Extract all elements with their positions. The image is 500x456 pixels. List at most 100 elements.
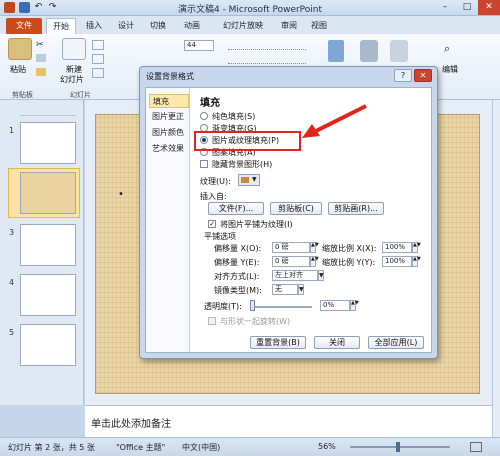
slides-pane-tabs[interactable] (20, 104, 76, 116)
maximize-icon[interactable]: □ (456, 0, 478, 15)
format-painter-icon[interactable] (36, 68, 46, 76)
chevron-down-icon[interactable]: ▼ (298, 284, 304, 295)
slide-info: 幻灯片 第 2 张，共 5 张 (8, 443, 95, 452)
transparency-label: 透明度(T): (204, 302, 242, 311)
minimize-icon[interactable]: – (434, 0, 456, 15)
solid-fill-radio[interactable] (200, 112, 208, 120)
tab-home[interactable]: 开始 (46, 18, 76, 34)
dialog-nav: 填充 图片更正 图片颜色 艺术效果 (146, 88, 190, 352)
zoom-slider-thumb[interactable] (396, 442, 400, 452)
tile-label[interactable]: 将图片平铺为纹理(I) (220, 219, 293, 230)
insert-from-label: 插入自: (200, 192, 227, 201)
texture-label: 纹理(U): (200, 177, 231, 186)
offset-y-spinner[interactable]: ▲▼ (310, 256, 319, 267)
scale-x-label: 缩放比例 X(X): (322, 244, 377, 253)
tab-transitions[interactable]: 切换 (144, 18, 172, 34)
language: 中文(中国) (182, 443, 221, 452)
offset-x-input[interactable]: 0 磅 (272, 242, 310, 253)
notes-pane[interactable]: 单击此处添加备注 (85, 405, 492, 437)
clipboard-button[interactable]: 剪贴板(C) (270, 202, 322, 215)
rotate-with-shape-checkbox[interactable] (208, 317, 216, 325)
slide-thumbnail-2[interactable] (20, 172, 76, 214)
tab-insert[interactable]: 插入 (80, 18, 108, 34)
quick-styles-icon[interactable] (390, 40, 408, 62)
slide-thumbnail-1[interactable] (20, 122, 76, 164)
tab-design[interactable]: 设计 (112, 18, 140, 34)
file-button[interactable]: 文件(F)... (208, 202, 264, 215)
reset-icon[interactable] (92, 54, 104, 64)
scale-x-spinner[interactable]: ▲▼ (412, 242, 421, 253)
scale-x-input[interactable]: 100% (382, 242, 412, 253)
section-heading: 填充 (200, 98, 220, 109)
transparency-slider[interactable] (252, 306, 312, 308)
transparency-input[interactable]: 0% (320, 300, 350, 311)
clipart-button[interactable]: 剪贴画(R)... (328, 202, 384, 215)
transparency-spinner[interactable]: ▲▼ (350, 300, 359, 311)
clipboard-group-label: 剪贴板 (12, 91, 33, 99)
alignment-controls[interactable] (228, 54, 306, 64)
apply-to-all-button[interactable]: 全部应用(L) (368, 336, 424, 349)
zoom-level: 56% (318, 442, 336, 451)
nav-fill[interactable]: 填充 (149, 94, 189, 108)
edit-label: 编辑 (442, 65, 458, 74)
dialog-close-icon[interactable]: ✕ (414, 69, 432, 82)
offset-y-label: 偏移量 Y(E): (214, 258, 260, 267)
window-title: 演示文稿4 - Microsoft PowerPoint (177, 5, 323, 15)
transparency-slider-thumb[interactable] (250, 300, 255, 311)
arrange-icon[interactable] (360, 40, 378, 62)
solid-fill-label[interactable]: 纯色填充(S) (212, 111, 255, 122)
notes-placeholder: 单击此处添加备注 (91, 419, 171, 430)
close-icon[interactable]: ✕ (478, 0, 500, 15)
texture-swatch-icon (241, 177, 249, 183)
layout-icon[interactable] (92, 40, 104, 50)
cut-icon[interactable]: ✂ (36, 40, 46, 50)
tab-view[interactable]: 视图 (306, 18, 332, 34)
close-button[interactable]: 关闭 (314, 336, 360, 349)
slides-group-label: 幻灯片 (70, 91, 91, 99)
copy-icon[interactable] (36, 54, 46, 62)
hide-background-checkbox[interactable] (200, 160, 208, 168)
annotation-arrow-icon (302, 104, 367, 138)
fit-window-icon[interactable] (470, 442, 482, 452)
slides-pane: 1 2 3 4 5 (0, 100, 84, 405)
offset-y-input[interactable]: 0 磅 (272, 256, 310, 267)
scale-y-input[interactable]: 100% (382, 256, 412, 267)
tab-file[interactable]: 文件 (6, 18, 42, 34)
tab-slideshow[interactable]: 幻灯片放映 (214, 18, 272, 34)
slide-number: 3 (9, 228, 15, 237)
reset-background-button[interactable]: 重置背景(B) (250, 336, 306, 349)
nav-picture-corrections[interactable]: 图片更正 (149, 110, 189, 124)
alignment-select[interactable]: 左上对齐 (272, 270, 318, 281)
ribbon-tabs: 文件 开始 插入 设计 切换 动画 幻灯片放映 审阅 视图 (0, 16, 500, 34)
zoom-slider[interactable] (350, 446, 450, 448)
font-size-select[interactable]: 44 (184, 40, 214, 51)
help-icon[interactable]: ? (394, 69, 412, 82)
offset-x-spinner[interactable]: ▲▼ (310, 242, 319, 253)
paragraph-controls[interactable] (228, 40, 306, 50)
find-icon[interactable]: ⌕ (444, 42, 458, 58)
paste-icon[interactable] (8, 38, 32, 60)
nav-picture-color[interactable]: 图片颜色 (149, 126, 189, 140)
chevron-down-icon[interactable]: ▼ (318, 270, 324, 281)
tile-checkbox[interactable]: ✓ (208, 220, 216, 228)
section-icon[interactable] (92, 68, 104, 78)
hide-background-label[interactable]: 隐藏背景图形(H) (212, 159, 272, 170)
slide-thumbnail-3[interactable] (20, 224, 76, 266)
mirror-type-select[interactable]: 无 (272, 284, 298, 295)
slide-number: 5 (9, 328, 15, 337)
new-slide-icon[interactable] (62, 38, 86, 60)
scale-y-spinner[interactable]: ▲▼ (412, 256, 421, 267)
paste-label: 粘贴 (10, 65, 26, 74)
tab-animations[interactable]: 动画 (178, 18, 206, 34)
dialog-title: 设置背景格式 (146, 72, 194, 81)
slide-thumbnail-5[interactable] (20, 324, 76, 366)
tab-review[interactable]: 审阅 (276, 18, 302, 34)
nav-artistic-effects[interactable]: 艺术效果 (149, 142, 189, 156)
texture-dropdown[interactable]: ▼ (238, 174, 260, 186)
slide-thumbnail-4[interactable] (20, 274, 76, 316)
shapes-icon[interactable] (328, 40, 344, 62)
dialog-title-bar: 设置背景格式 ? ✕ (140, 67, 437, 85)
tile-options-label: 平铺选项 (204, 232, 236, 241)
vertical-scrollbar[interactable] (492, 100, 500, 437)
annotation-highlight-box (194, 131, 301, 151)
